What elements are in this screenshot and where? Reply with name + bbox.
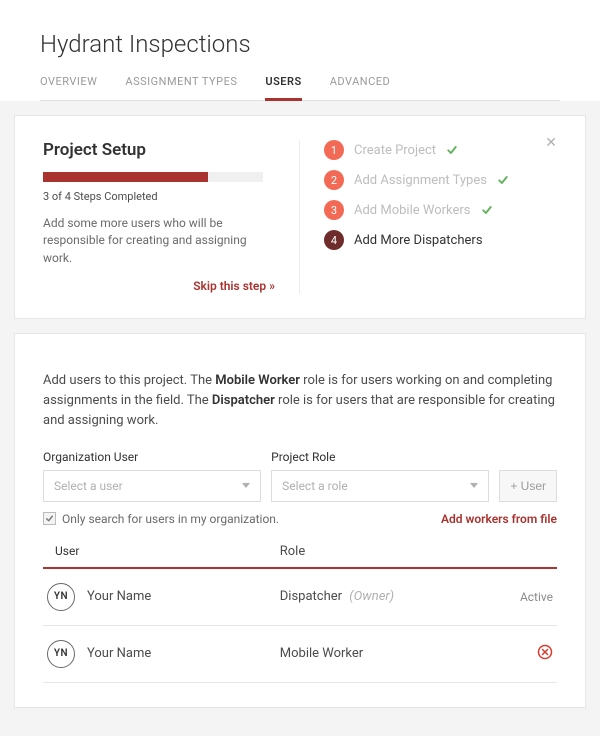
check-icon bbox=[446, 144, 458, 156]
skip-step-link[interactable]: Skip this step » bbox=[193, 279, 275, 293]
avatar: YN bbox=[47, 583, 75, 611]
project-role-select[interactable]: Select a role bbox=[271, 470, 489, 502]
step-badge: 1 bbox=[324, 140, 344, 160]
steps-list: 1 Create Project 2 Add Assignment Types … bbox=[324, 140, 557, 250]
avatar: YN bbox=[47, 640, 75, 668]
setup-card: Project Setup 3 of 4 Steps Completed Add… bbox=[14, 115, 586, 319]
step-badge: 3 bbox=[324, 200, 344, 220]
check-icon bbox=[481, 204, 493, 216]
setup-title: Project Setup bbox=[43, 140, 275, 160]
only-org-checkbox[interactable]: Only search for users in my organization… bbox=[43, 512, 279, 526]
tab-assignment-types[interactable]: ASSIGNMENT TYPES bbox=[125, 75, 237, 101]
user-role: Mobile Worker bbox=[280, 646, 363, 661]
users-instructions: Add users to this project. The Mobile Wo… bbox=[43, 371, 557, 431]
step-label: Create Project bbox=[354, 143, 436, 158]
step-badge: 4 bbox=[324, 230, 344, 250]
user-name: Your Name bbox=[87, 646, 151, 661]
owner-label: (Owner) bbox=[349, 589, 394, 604]
step-4: 4 Add More Dispatchers bbox=[324, 230, 557, 250]
users-table: User Role YN Your Name Dispatcher (Owner… bbox=[43, 544, 557, 683]
select-placeholder: Select a user bbox=[54, 479, 123, 493]
users-card: Add users to this project. The Mobile Wo… bbox=[14, 333, 586, 707]
project-role-label: Project Role bbox=[271, 450, 489, 464]
setup-desc: Add some more users who will be responsi… bbox=[43, 215, 275, 267]
step-2: 2 Add Assignment Types bbox=[324, 170, 557, 190]
user-role: Dispatcher bbox=[280, 589, 342, 604]
text: Add users to this project. The bbox=[43, 373, 215, 388]
org-user-select[interactable]: Select a user bbox=[43, 470, 261, 502]
remove-icon[interactable] bbox=[537, 644, 553, 660]
col-header-role: Role bbox=[280, 544, 493, 559]
progress-bar bbox=[43, 172, 263, 182]
org-user-label: Organization User bbox=[43, 450, 261, 464]
tab-users[interactable]: USERS bbox=[265, 75, 301, 101]
page-title: Hydrant Inspections bbox=[40, 30, 560, 58]
progress-fill bbox=[43, 172, 208, 182]
progress-text: 3 of 4 Steps Completed bbox=[43, 190, 275, 203]
tab-overview[interactable]: OVERVIEW bbox=[40, 75, 97, 101]
text-bold: Dispatcher bbox=[212, 393, 275, 408]
checkbox-label: Only search for users in my organization… bbox=[62, 512, 279, 526]
select-placeholder: Select a role bbox=[282, 479, 348, 493]
tabs-bar: OVERVIEW ASSIGNMENT TYPES USERS ADVANCED bbox=[40, 74, 560, 101]
user-name: Your Name bbox=[87, 589, 151, 604]
check-icon bbox=[497, 174, 509, 186]
step-1: 1 Create Project bbox=[324, 140, 557, 160]
step-label: Add Mobile Workers bbox=[354, 203, 471, 218]
chevron-down-icon bbox=[470, 483, 478, 488]
checkbox-icon bbox=[43, 512, 56, 525]
step-label: Add Assignment Types bbox=[354, 173, 487, 188]
add-from-file-link[interactable]: Add workers from file bbox=[441, 512, 557, 526]
step-label: Add More Dispatchers bbox=[354, 233, 483, 248]
add-user-button[interactable]: + User bbox=[499, 470, 557, 502]
step-badge: 2 bbox=[324, 170, 344, 190]
table-row: YN Your Name Mobile Worker bbox=[43, 626, 557, 683]
table-row: YN Your Name Dispatcher (Owner) Active bbox=[43, 569, 557, 626]
step-3: 3 Add Mobile Workers bbox=[324, 200, 557, 220]
close-icon[interactable]: ✕ bbox=[545, 136, 557, 150]
tab-advanced[interactable]: ADVANCED bbox=[330, 75, 391, 101]
text-bold: Mobile Worker bbox=[215, 373, 300, 388]
col-header-user: User bbox=[47, 544, 280, 559]
user-status: Active bbox=[493, 590, 553, 604]
chevron-down-icon bbox=[242, 483, 250, 488]
